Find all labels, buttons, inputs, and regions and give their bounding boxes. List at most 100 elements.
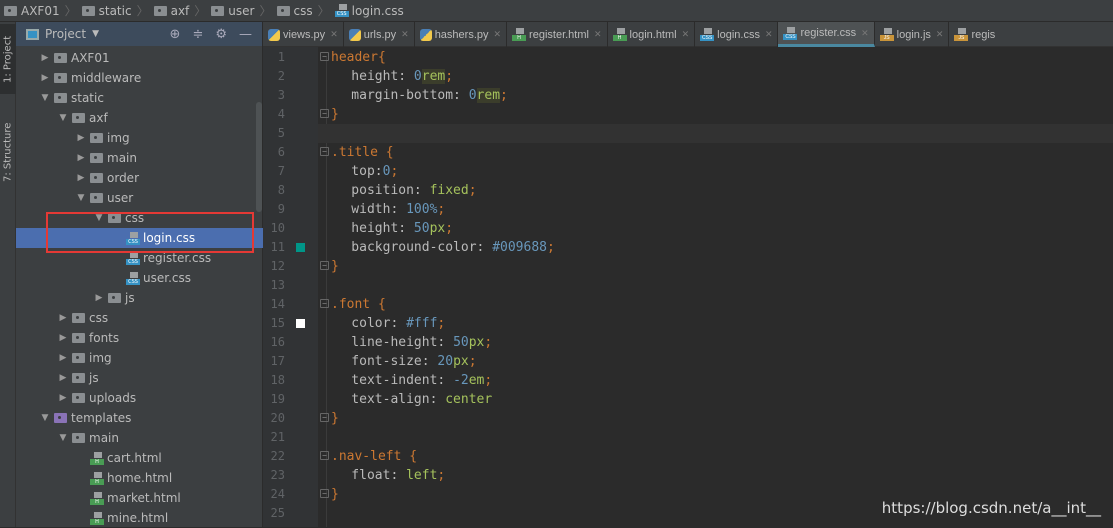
code-token: top: [320, 164, 383, 179]
tab-label: login.css [717, 28, 760, 41]
close-icon[interactable]: ✕ [861, 28, 869, 39]
breadcrumb-item[interactable]: css 〉 [276, 2, 335, 19]
close-icon[interactable]: ✕ [330, 29, 338, 40]
tree-item[interactable]: ▶ img [16, 348, 263, 368]
tree-item[interactable]: ▶ order [16, 168, 263, 188]
folder-icon [72, 373, 85, 383]
close-icon[interactable]: ✕ [594, 29, 602, 40]
project-view-selector[interactable]: Project [45, 27, 86, 41]
tree-item-label: fonts [89, 331, 120, 345]
close-icon[interactable]: ✕ [401, 29, 409, 40]
collapse-all-icon[interactable]: ≑ [192, 27, 203, 42]
tree-item[interactable]: ▶ uploads [16, 388, 263, 408]
fold-marker-icon[interactable]: − [320, 489, 329, 498]
chevron-down-icon[interactable]: ▼ [54, 113, 72, 123]
code-token: 50 [453, 335, 469, 350]
color-swatch[interactable] [296, 243, 305, 252]
tree-item[interactable]: ▼ axf [16, 108, 263, 128]
scrollbar[interactable] [256, 102, 262, 212]
breadcrumb-item[interactable]: axf 〉 [153, 2, 212, 19]
chevron-down-icon[interactable]: ▼ [54, 433, 72, 443]
color-swatch[interactable] [296, 319, 305, 328]
tree-item[interactable]: mine.html [16, 508, 263, 528]
chevron-right-icon[interactable]: ▶ [72, 153, 90, 163]
fold-marker-icon[interactable]: − [320, 451, 329, 460]
tree-item[interactable]: ▶ js [16, 288, 263, 308]
fold-marker-icon[interactable]: − [320, 147, 329, 156]
fold-marker-icon[interactable]: − [320, 52, 329, 61]
close-icon[interactable]: ✕ [765, 29, 773, 40]
breadcrumb-item[interactable]: user 〉 [211, 2, 276, 19]
code-token: ; [484, 373, 493, 388]
tree-item[interactable]: home.html [16, 468, 263, 488]
tree-item-label: js [89, 371, 99, 385]
chevron-right-icon[interactable]: ▶ [36, 73, 54, 83]
line-number: 9 [277, 202, 285, 216]
tree-item[interactable]: ▼ user [16, 188, 263, 208]
chevron-right-icon[interactable]: ▶ [54, 313, 72, 323]
tree-item[interactable]: market.html [16, 488, 263, 508]
code-token: -2 [453, 373, 469, 388]
gear-icon[interactable]: ⚙ [215, 27, 227, 42]
breadcrumb-label: axf [170, 3, 190, 18]
chevron-right-icon[interactable]: ▶ [36, 53, 54, 63]
tree-item[interactable]: ▶ middleware [16, 68, 263, 88]
chevron-down-icon[interactable]: ▼ [36, 93, 54, 103]
tree-item[interactable]: ▼ main [16, 428, 263, 448]
chevron-down-icon[interactable]: ▼ [72, 193, 90, 203]
breadcrumb-item[interactable]: AXF01 〉 [4, 2, 82, 19]
tab-label: register.css [800, 27, 857, 39]
tab-register-html[interactable]: register.html ✕ [507, 22, 608, 47]
fold-marker-icon[interactable]: − [320, 413, 329, 422]
tree-item[interactable]: ▶ AXF01 [16, 48, 263, 68]
locate-icon[interactable]: ⊕ [170, 27, 181, 42]
code-token: color: [320, 316, 407, 331]
close-icon[interactable]: ✕ [936, 29, 944, 40]
tree-item[interactable]: ▶ img [16, 128, 263, 148]
fold-marker-icon[interactable]: − [320, 109, 329, 118]
hide-icon[interactable]: — [239, 27, 252, 42]
tab-login-html[interactable]: login.html ✕ [608, 22, 696, 47]
tab-structure[interactable]: 7: Structure [0, 112, 16, 192]
tab-views-py[interactable]: views.py ✕ [263, 22, 344, 47]
chevron-right-icon[interactable]: ▶ [72, 173, 90, 183]
chevron-right-icon[interactable]: ▶ [90, 293, 108, 303]
line-number: 3 [277, 88, 285, 102]
tab-urls-py[interactable]: urls.py ✕ [344, 22, 415, 47]
tree-item[interactable]: ▶ fonts [16, 328, 263, 348]
tab-login-js[interactable]: login.js ✕ [875, 22, 950, 47]
code-line: } [318, 257, 1113, 276]
tree-item[interactable]: ▶ js [16, 368, 263, 388]
tree-item-label: cart.html [107, 451, 162, 465]
folder-icon [108, 293, 121, 303]
chevron-down-icon[interactable]: ▼ [92, 29, 99, 39]
tree-item[interactable]: ▶ css [16, 308, 263, 328]
python-file-icon [419, 28, 432, 41]
tree-item[interactable]: ▼ static [16, 88, 263, 108]
tab-project[interactable]: 1: Project [0, 24, 16, 94]
code-editor[interactable]: header{− height: 0rem; margin-bottom: 0r… [318, 47, 1113, 527]
breadcrumb-label: user [228, 3, 255, 18]
close-icon[interactable]: ✕ [494, 29, 502, 40]
breadcrumb-item[interactable]: static 〉 [81, 2, 154, 19]
fold-marker-icon[interactable]: − [320, 299, 329, 308]
chevron-right-icon[interactable]: ▶ [54, 373, 72, 383]
fold-marker-icon[interactable]: − [320, 261, 329, 270]
tab-register-css[interactable]: register.css ✕ [778, 22, 875, 47]
tree-item[interactable]: cart.html [16, 448, 263, 468]
breadcrumb-item[interactable]: login.css [334, 4, 404, 18]
chevron-right-icon[interactable]: ▶ [54, 353, 72, 363]
chevron-right-icon[interactable]: ▶ [54, 393, 72, 403]
chevron-down-icon[interactable]: ▼ [36, 413, 54, 423]
tab-login-css[interactable]: login.css ✕ [695, 22, 779, 47]
close-icon[interactable]: ✕ [682, 29, 690, 40]
chevron-right-icon[interactable]: ▶ [72, 133, 90, 143]
code-token: ; [437, 202, 446, 217]
tree-item-label: js [125, 291, 135, 305]
tab-hashers-py[interactable]: hashers.py ✕ [415, 22, 508, 47]
tab-regis[interactable]: regis [949, 22, 1000, 47]
tree-item[interactable]: user.css [16, 268, 263, 288]
tree-item[interactable]: ▶ main [16, 148, 263, 168]
chevron-right-icon[interactable]: ▶ [54, 333, 72, 343]
tree-item[interactable]: ▼ templates [16, 408, 263, 428]
